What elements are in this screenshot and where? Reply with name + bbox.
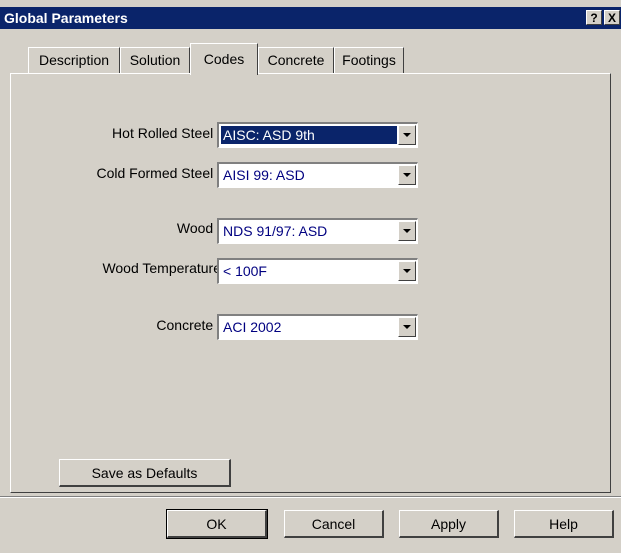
wood-select[interactable]: NDS 91/97: ASD: [217, 218, 418, 244]
tab-solution[interactable]: Solution: [120, 47, 190, 73]
wood-label: Wood :: [176, 220, 221, 236]
tab-concrete[interactable]: Concrete: [258, 47, 334, 73]
chevron-down-icon[interactable]: [398, 125, 416, 145]
ok-button[interactable]: OK: [166, 509, 268, 539]
wood-temperature-select[interactable]: < 100F: [217, 258, 418, 284]
hot-rolled-steel-select[interactable]: AISC: ASD 9th: [217, 122, 418, 148]
tab-description[interactable]: Description: [28, 47, 120, 73]
tab-footings[interactable]: Footings: [334, 47, 404, 73]
chevron-down-icon[interactable]: [398, 165, 416, 185]
cold-formed-steel-value: AISI 99: ASD: [223, 167, 305, 183]
cold-formed-steel-select[interactable]: AISI 99: ASD: [217, 162, 418, 188]
chevron-down-icon[interactable]: [398, 261, 416, 281]
concrete-select[interactable]: ACI 2002: [217, 314, 418, 340]
concrete-value: ACI 2002: [223, 319, 282, 335]
tab-codes[interactable]: Codes: [190, 43, 258, 75]
close-icon[interactable]: X: [604, 10, 620, 25]
save-as-defaults-button[interactable]: Save as Defaults: [59, 459, 231, 487]
apply-button[interactable]: Apply: [399, 510, 499, 538]
cancel-button[interactable]: Cancel: [284, 510, 384, 538]
cold-formed-steel-label: Cold Formed Steel :: [96, 165, 222, 181]
hot-rolled-steel-label: Hot Rolled Steel :: [112, 125, 221, 141]
hot-rolled-steel-value: AISC: ASD 9th: [221, 126, 397, 144]
chevron-down-icon[interactable]: [398, 221, 416, 241]
chevron-down-icon[interactable]: [398, 317, 416, 337]
wood-value: NDS 91/97: ASD: [223, 223, 328, 239]
separator: [0, 496, 621, 498]
concrete-label: Concrete :: [156, 317, 221, 333]
title-bar[interactable]: Global Parameters ? X: [0, 7, 621, 29]
global-parameters-dialog: Global Parameters ? X Description Soluti…: [0, 0, 621, 553]
window-title: Global Parameters: [4, 10, 128, 26]
help-button[interactable]: Help: [514, 510, 614, 538]
help-icon[interactable]: ?: [586, 10, 602, 25]
codes-tab-panel: Hot Rolled Steel : AISC: ASD 9th Cold Fo…: [10, 73, 611, 493]
wood-temperature-label: Wood Temperature: [102, 260, 221, 276]
wood-temperature-value: < 100F: [223, 263, 267, 279]
